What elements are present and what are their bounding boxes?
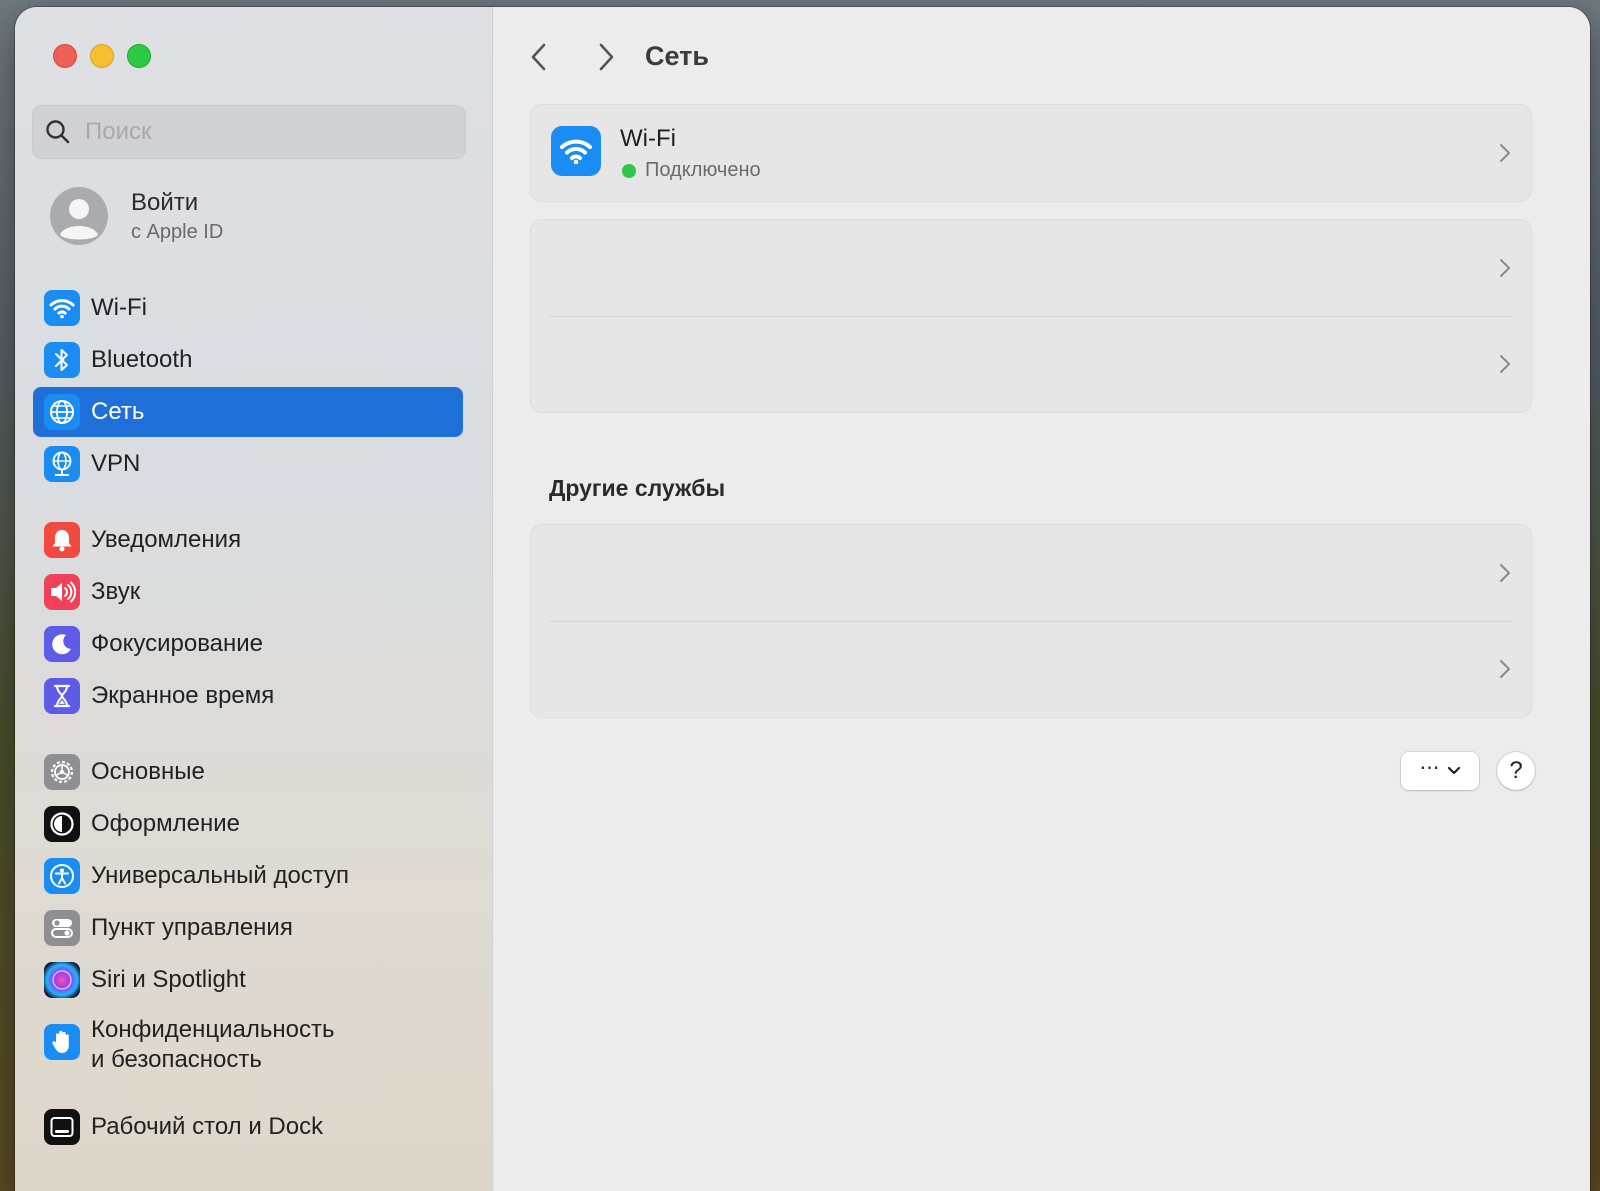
wifi-card: Wi-Fi Подключено: [530, 104, 1532, 202]
search-icon: [46, 120, 70, 144]
sidebar: Войти с Apple ID Wi-Fi Bluetooth С: [15, 7, 493, 1191]
sidebar-item-label: VPN: [91, 450, 141, 477]
sidebar-item-notifications[interactable]: Уведомления: [33, 515, 463, 565]
sidebar-item-focus[interactable]: Фокусирование: [33, 619, 463, 669]
chevron-right-icon: [1500, 144, 1510, 162]
hand-icon: [44, 1024, 80, 1060]
interface-row[interactable]: [531, 316, 1531, 412]
zoom-window-button[interactable]: [127, 44, 151, 68]
chevron-right-icon: [1500, 259, 1510, 277]
sidebar-item-label: Звук: [91, 578, 141, 605]
apple-id-signin[interactable]: Войти с Apple ID: [45, 185, 465, 255]
status-dot: [622, 164, 636, 178]
sidebar-item-label: Фокусирование: [91, 630, 264, 657]
sidebar-item-siri-spotlight[interactable]: Siri и Spotlight: [33, 955, 463, 1005]
hourglass-icon: [44, 678, 80, 714]
sidebar-item-control-center[interactable]: Пункт управления: [33, 903, 463, 953]
gear-icon: [44, 754, 80, 790]
label-line-2: и безопасность: [91, 1046, 262, 1073]
moon-icon: [44, 626, 80, 662]
chevron-right-icon: [1500, 564, 1510, 582]
sidebar-item-accessibility[interactable]: Универсальный доступ: [33, 851, 463, 901]
interface-row[interactable]: [531, 220, 1531, 316]
sidebar-item-label: Сеть: [91, 398, 145, 425]
globe-icon: [44, 394, 80, 430]
wifi-icon: [551, 126, 601, 176]
wifi-icon: [44, 290, 80, 326]
back-button[interactable]: [525, 41, 555, 73]
account-title: Войти: [131, 189, 199, 216]
chevron-down-icon: [1447, 766, 1460, 775]
forward-button[interactable]: [591, 41, 621, 73]
sidebar-item-vpn[interactable]: VPN: [33, 439, 463, 489]
wifi-row[interactable]: Wi-Fi Подключено: [531, 105, 1531, 201]
appearance-icon: [44, 806, 80, 842]
label-line-1: Конфиденциальность: [91, 1016, 335, 1043]
sidebar-item-label: Siri и Spotlight: [91, 966, 246, 993]
sidebar-item-label: Wi-Fi: [91, 294, 147, 321]
sidebar-item-label: Пункт управления: [91, 914, 293, 941]
ellipsis-icon: ⋯: [1419, 757, 1441, 779]
close-window-button[interactable]: [53, 44, 77, 68]
section-title-other-services: Другие службы: [549, 475, 726, 501]
control-center-icon: [44, 910, 80, 946]
chevron-right-icon: [1500, 355, 1510, 373]
sidebar-item-label: Экранное время: [91, 682, 275, 709]
chevron-right-icon: [1500, 660, 1510, 678]
search-field[interactable]: [32, 105, 466, 159]
avatar: [50, 187, 108, 245]
wifi-row-title: Wi-Fi: [620, 125, 676, 152]
sidebar-item-bluetooth[interactable]: Bluetooth: [33, 335, 463, 385]
search-input[interactable]: [83, 115, 447, 149]
chevron-left-icon: [531, 43, 546, 71]
accessibility-icon: [44, 858, 80, 894]
sidebar-item-label: Рабочий стол и Dock: [91, 1113, 324, 1140]
sidebar-item-network[interactable]: Сеть: [33, 387, 463, 437]
interfaces-card: [530, 219, 1532, 413]
wifi-status: Подключено: [645, 159, 761, 181]
sidebar-item-label: Основные: [91, 758, 205, 785]
main-pane: Сеть Wi-Fi Подключено Другие службы ⋯ ?: [493, 7, 1590, 1191]
sidebar-item-label: Конфиденциальность и безопасность: [91, 1015, 451, 1075]
sidebar-item-sound[interactable]: Звук: [33, 567, 463, 617]
sidebar-item-general[interactable]: Основные: [33, 747, 463, 797]
account-subtitle: с Apple ID: [131, 221, 224, 243]
speaker-icon: [44, 574, 80, 610]
service-row[interactable]: [531, 621, 1531, 717]
dock-icon: [44, 1109, 80, 1145]
siri-icon: [44, 962, 80, 998]
chevron-right-icon: [599, 43, 614, 71]
minimize-window-button[interactable]: [90, 44, 114, 68]
sidebar-item-label: Уведомления: [91, 526, 242, 553]
sidebar-item-privacy-security[interactable]: Конфиденциальность и безопасность: [33, 1016, 463, 1073]
settings-window: Войти с Apple ID Wi-Fi Bluetooth С: [15, 7, 1590, 1191]
sidebar-item-appearance[interactable]: Оформление: [33, 799, 463, 849]
page-title: Сеть: [645, 41, 709, 71]
vpn-globe-icon: [44, 446, 80, 482]
person-icon: [50, 187, 108, 245]
sidebar-item-label: Универсальный доступ: [91, 862, 350, 889]
bell-icon: [44, 522, 80, 558]
service-row[interactable]: [531, 525, 1531, 621]
sidebar-item-label: Оформление: [91, 810, 240, 837]
sidebar-item-desktop-dock[interactable]: Рабочий стол и Dock: [33, 1102, 463, 1152]
other-services-card: [530, 524, 1532, 718]
more-actions-button[interactable]: ⋯: [1401, 752, 1479, 790]
sidebar-item-screen-time[interactable]: Экранное время: [33, 671, 463, 721]
sidebar-item-wifi[interactable]: Wi-Fi: [33, 283, 463, 333]
help-button[interactable]: ?: [1497, 752, 1535, 790]
sidebar-item-label: Bluetooth: [91, 346, 193, 373]
bluetooth-icon: [44, 342, 80, 378]
